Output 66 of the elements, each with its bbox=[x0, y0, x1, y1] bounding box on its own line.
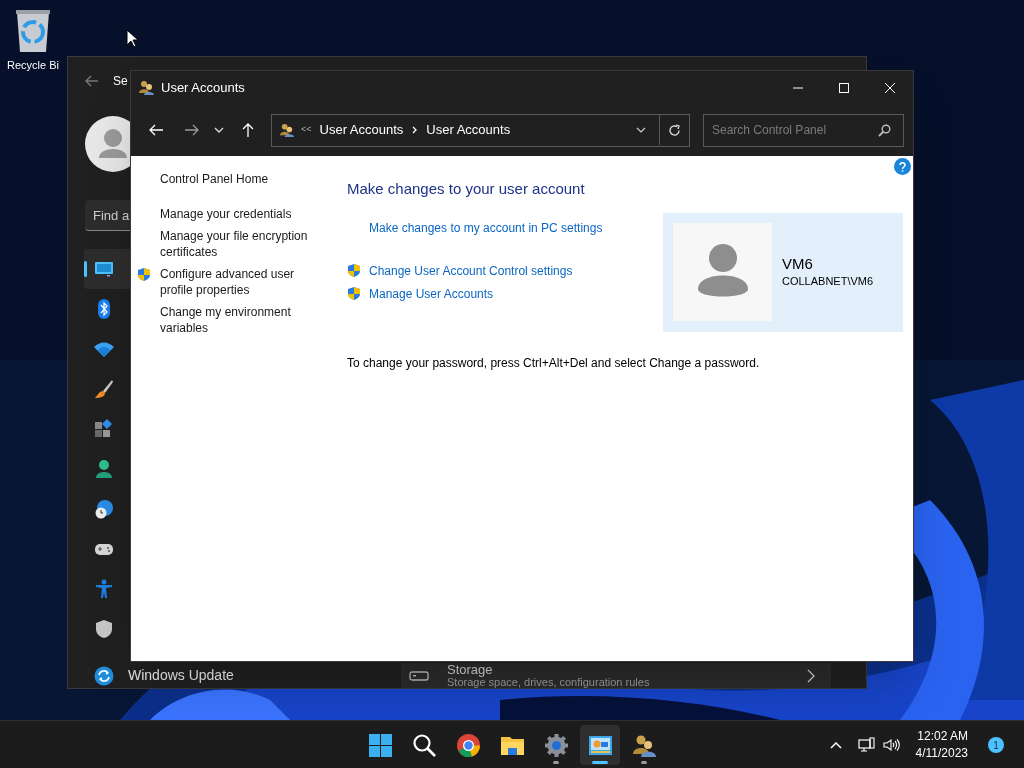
uac-shield-icon bbox=[137, 267, 151, 282]
monitor-icon bbox=[94, 259, 114, 279]
chevron-down-icon bbox=[214, 127, 224, 133]
drive-icon bbox=[409, 671, 429, 681]
refresh-icon bbox=[668, 123, 681, 137]
clock-icon bbox=[94, 499, 114, 519]
chevron-right-icon bbox=[807, 669, 815, 683]
windows-logo-icon bbox=[367, 732, 393, 758]
browser-icon bbox=[455, 732, 481, 758]
account-domain: COLLABNET\VM6 bbox=[782, 273, 874, 289]
password-hint: To change your password, press Ctrl+Alt+Del and select Change a password. bbox=[347, 354, 761, 372]
chevron-right-icon bbox=[412, 126, 418, 134]
account-name: VM6 bbox=[782, 254, 814, 273]
help-button[interactable] bbox=[894, 158, 911, 175]
window-title: Se bbox=[113, 73, 128, 90]
person-icon bbox=[94, 459, 114, 479]
storage-card[interactable]: Storage Storage space, drives, configuration rules bbox=[401, 663, 831, 688]
clock[interactable]: 12:02 AM 4/11/2023 bbox=[915, 728, 968, 762]
window-title: User Accounts bbox=[161, 78, 246, 97]
link[interactable]: Make changes to my account in PC settings bbox=[369, 219, 603, 236]
address-bar[interactable]: << User Accounts User Accounts bbox=[271, 113, 690, 147]
nav-link[interactable]: Change my environment variables bbox=[160, 304, 330, 336]
recycle-bin-icon[interactable] bbox=[13, 8, 53, 54]
breadcrumb-overflow[interactable]: << bbox=[301, 123, 312, 137]
breadcrumb-item[interactable]: User Accounts bbox=[319, 120, 404, 140]
control-panel-button[interactable] bbox=[580, 725, 620, 765]
link[interactable]: Change User Account Control settings bbox=[369, 262, 573, 279]
search-icon[interactable] bbox=[878, 123, 891, 137]
back-arrow-icon[interactable] bbox=[85, 74, 99, 88]
sidebar-item[interactable] bbox=[84, 249, 130, 289]
users-icon bbox=[279, 122, 295, 138]
storage-title: Storage bbox=[447, 663, 494, 676]
network-icon bbox=[857, 737, 875, 753]
uac-shield-icon bbox=[347, 286, 361, 301]
nav-link[interactable]: Configure advanced user profile properties bbox=[160, 266, 330, 298]
notification-badge[interactable]: 1 bbox=[988, 737, 1004, 753]
link[interactable]: Manage User Accounts bbox=[369, 285, 494, 302]
search-field[interactable]: Find a bbox=[85, 200, 131, 231]
nav-link[interactable]: Manage your file encryption certificates bbox=[160, 228, 330, 260]
nav-link[interactable]: Control Panel Home bbox=[160, 171, 330, 187]
maximize-icon bbox=[838, 81, 850, 94]
search-field[interactable]: Search Control Panel bbox=[703, 113, 904, 147]
dropdown-caret-icon bbox=[636, 127, 646, 133]
question-mark-icon bbox=[899, 161, 906, 172]
close-icon bbox=[884, 81, 896, 94]
chevron-up-icon bbox=[829, 741, 842, 749]
accessibility-icon bbox=[94, 579, 114, 599]
uac-shield-icon bbox=[347, 263, 361, 278]
search-icon bbox=[411, 732, 437, 758]
right-arrow-icon bbox=[183, 123, 199, 137]
refresh-icon bbox=[94, 665, 114, 686]
left-arrow-icon bbox=[148, 123, 164, 137]
nav-link[interactable]: Manage your credentials bbox=[160, 206, 330, 222]
users-icon bbox=[138, 79, 155, 96]
up-arrow-icon bbox=[241, 122, 255, 138]
desktop-icon-label: Recycle Bi bbox=[7, 58, 59, 73]
sidebar-item[interactable]: Windows Update bbox=[84, 662, 354, 688]
breadcrumb-item[interactable]: User Accounts bbox=[426, 120, 511, 140]
paintbrush-icon bbox=[94, 379, 114, 399]
cursor-icon bbox=[126, 29, 138, 48]
section-heading: Make changes to your user account bbox=[347, 179, 586, 199]
shield-icon bbox=[94, 619, 114, 639]
apps-icon bbox=[94, 419, 114, 439]
gear-icon bbox=[543, 732, 569, 758]
storage-description: Storage space, drives, configuration rules bbox=[447, 676, 651, 688]
volume-icon bbox=[882, 738, 900, 752]
